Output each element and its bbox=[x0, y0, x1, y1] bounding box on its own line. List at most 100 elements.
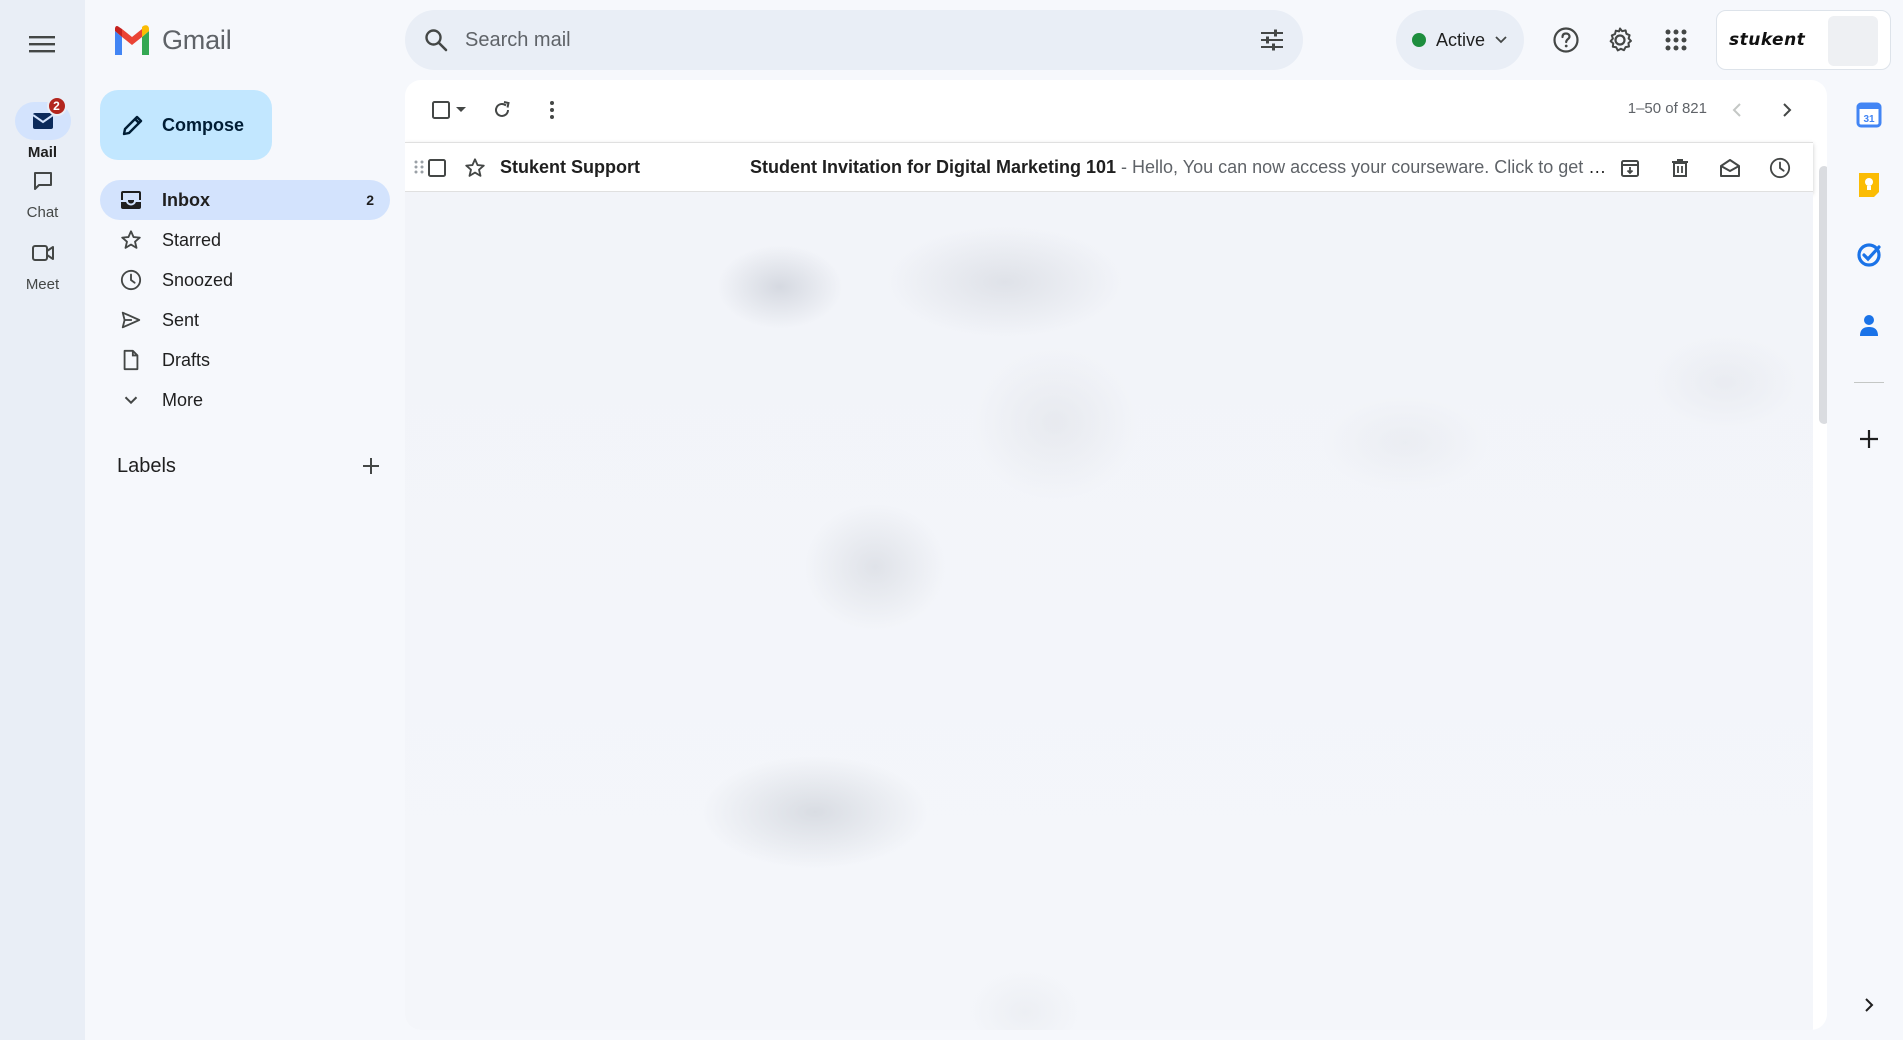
checkbox-icon bbox=[432, 101, 450, 119]
tasks-button[interactable] bbox=[1850, 236, 1888, 274]
chevron-left-icon bbox=[1732, 103, 1741, 117]
mail-unread-badge: 2 bbox=[46, 96, 67, 116]
rail-pill-meet bbox=[15, 234, 71, 272]
chevron-down-icon bbox=[124, 396, 138, 405]
draft-file-icon bbox=[123, 349, 139, 371]
open-envelope-icon bbox=[1720, 159, 1740, 177]
nav-label-snoozed: Snoozed bbox=[162, 269, 234, 290]
nav-item-more[interactable]: More bbox=[100, 380, 390, 420]
rail-label-chat: Chat bbox=[26, 204, 59, 221]
refresh-button[interactable] bbox=[477, 90, 527, 130]
inbox-icon bbox=[121, 191, 141, 209]
nav-label-more: More bbox=[162, 389, 204, 410]
star-icon bbox=[465, 158, 485, 177]
rail-item-mail[interactable]: 2 Mail bbox=[0, 96, 85, 161]
row-hover-actions bbox=[1605, 143, 1813, 193]
svg-text:31: 31 bbox=[1863, 114, 1875, 125]
rail-pill-mail: 2 bbox=[14, 96, 71, 140]
nav-item-inbox[interactable]: Inbox 2 bbox=[100, 180, 390, 220]
status-dot bbox=[1412, 33, 1426, 47]
rail-item-meet[interactable]: Meet bbox=[0, 234, 85, 293]
compose-label: Compose bbox=[162, 114, 245, 135]
pencil-icon bbox=[122, 115, 143, 136]
chevron-down-icon bbox=[1495, 36, 1507, 44]
blurred-email-list bbox=[405, 192, 1813, 1030]
rail-label-mail: Mail bbox=[27, 144, 58, 161]
compose-button[interactable]: Compose bbox=[100, 90, 272, 160]
gmail-logo[interactable]: Gmail bbox=[112, 20, 232, 60]
list-scrollbar[interactable] bbox=[1819, 166, 1827, 424]
nav-label-drafts: Drafts bbox=[162, 349, 211, 370]
apps-grid-icon bbox=[1665, 29, 1687, 51]
status-selector[interactable]: Active bbox=[1396, 10, 1524, 70]
main-menu-button[interactable] bbox=[22, 24, 62, 64]
plus-icon bbox=[1860, 430, 1878, 448]
trash-icon bbox=[1672, 159, 1688, 177]
delete-button[interactable] bbox=[1655, 148, 1705, 188]
gear-icon bbox=[1609, 27, 1632, 52]
mark-as-read-button[interactable] bbox=[1705, 148, 1755, 188]
checkbox-icon bbox=[428, 159, 446, 177]
star-icon bbox=[121, 230, 141, 249]
google-apps-button[interactable] bbox=[1656, 20, 1696, 60]
rail-pill-chat bbox=[15, 162, 71, 200]
snooze-button[interactable] bbox=[1755, 148, 1805, 188]
nav-item-drafts[interactable]: Drafts bbox=[100, 340, 390, 380]
app-rail: 2 Mail Chat Meet bbox=[0, 0, 85, 1040]
gmail-m-icon bbox=[115, 25, 149, 55]
email-snippet: - Hello, You can now access your coursew… bbox=[1121, 156, 1610, 177]
nav-item-starred[interactable]: Starred bbox=[100, 220, 390, 260]
email-sender: Stukent Support bbox=[500, 156, 640, 177]
newer-page-button[interactable] bbox=[1767, 90, 1807, 130]
gmail-wordmark: Gmail bbox=[162, 24, 232, 55]
list-toolbar: 1–50 of 821 bbox=[405, 80, 1827, 140]
calendar-button[interactable]: 31 bbox=[1850, 96, 1888, 134]
show-side-panel-button[interactable] bbox=[1850, 986, 1888, 1024]
archive-icon bbox=[1621, 160, 1639, 177]
hamburger-icon bbox=[29, 36, 55, 53]
keep-button[interactable] bbox=[1850, 166, 1888, 204]
status-label: Active bbox=[1436, 29, 1486, 50]
mail-icon bbox=[31, 113, 54, 129]
inbox-unread-count: 2 bbox=[366, 192, 374, 208]
settings-button[interactable] bbox=[1600, 20, 1640, 60]
rail-item-chat[interactable]: Chat bbox=[0, 162, 85, 221]
older-page-button[interactable] bbox=[1717, 90, 1757, 130]
select-all-checkbox[interactable] bbox=[427, 90, 471, 130]
nav-item-sent[interactable]: Sent bbox=[100, 300, 390, 340]
nav-label-starred: Starred bbox=[162, 229, 222, 250]
caret-down-icon bbox=[456, 107, 466, 112]
pagination-label: 1–50 of 821 bbox=[1627, 100, 1707, 117]
chat-icon bbox=[33, 172, 52, 190]
organization-logo: stukent bbox=[1729, 30, 1806, 50]
tasks-check-icon bbox=[1857, 243, 1881, 267]
help-icon bbox=[1553, 27, 1579, 53]
more-actions-button[interactable] bbox=[527, 90, 577, 130]
mail-list-panel: 1–50 of 821 Stukent Support Student Invi… bbox=[405, 80, 1827, 1030]
side-panel-divider bbox=[1854, 382, 1884, 383]
search-input[interactable] bbox=[465, 28, 1259, 52]
email-subject: Student Invitation for Digital Marketing… bbox=[750, 156, 1117, 177]
archive-button[interactable] bbox=[1605, 148, 1655, 188]
video-camera-icon bbox=[31, 245, 54, 261]
refresh-icon bbox=[495, 101, 510, 117]
send-icon bbox=[121, 311, 141, 329]
get-add-ons-button[interactable] bbox=[1850, 420, 1888, 458]
search-icon[interactable] bbox=[423, 27, 449, 53]
chevron-right-icon bbox=[1865, 998, 1874, 1012]
labels-section: Labels bbox=[117, 450, 387, 482]
email-preview: Student Invitation for Digital Marketing… bbox=[750, 157, 1610, 178]
contacts-button[interactable] bbox=[1850, 306, 1888, 344]
create-label-button[interactable] bbox=[355, 450, 387, 482]
drag-handle-icon[interactable] bbox=[411, 159, 427, 175]
plus-icon bbox=[363, 458, 379, 474]
chevron-right-icon bbox=[1783, 103, 1792, 117]
clock-icon bbox=[1769, 157, 1791, 179]
search-options-icon[interactable] bbox=[1259, 28, 1285, 52]
table-row[interactable]: Stukent Support Student Invitation for D… bbox=[405, 142, 1813, 192]
row-star-toggle[interactable] bbox=[464, 157, 486, 184]
nav-label-sent: Sent bbox=[162, 309, 200, 330]
row-select-checkbox[interactable] bbox=[427, 158, 447, 183]
help-button[interactable] bbox=[1546, 20, 1586, 60]
nav-item-snoozed[interactable]: Snoozed bbox=[100, 260, 390, 300]
